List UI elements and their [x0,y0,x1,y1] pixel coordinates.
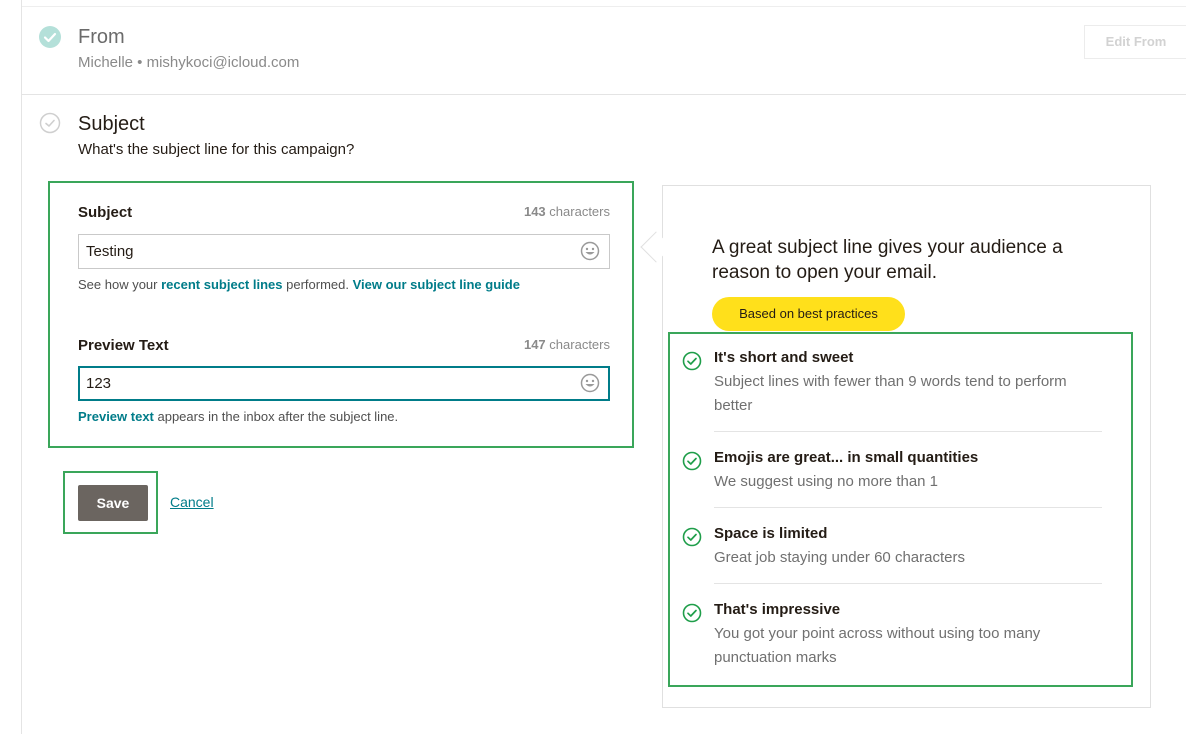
check-circle-green-icon [682,527,702,547]
preview-text-label: Preview Text [78,337,169,354]
left-divider [21,0,22,734]
best-practices-badge: Based on best practices [712,297,905,331]
cancel-link[interactable]: Cancel [170,492,214,512]
edit-from-button[interactable]: Edit From [1084,25,1186,59]
tip-title: Space is limited [714,525,828,542]
preview-help-text: Preview text appears in the inbox after … [78,409,399,424]
preview-text-link[interactable]: Preview text [78,409,154,424]
preview-text-input[interactable]: 123 [78,366,610,401]
tip-description: Great job staying under 60 characters [714,549,965,566]
save-button[interactable]: Save [78,485,148,521]
check-circle-filled-icon [39,26,61,48]
tip-description: You got your point across without using … [714,625,1041,666]
tip-description: We suggest using no more than 1 [714,473,939,490]
tip-title: It's short and sweet [714,349,854,366]
tips-heading: A great subject line gives your audience… [712,237,1063,283]
top-divider [22,6,1186,7]
subject-section-description: What's the subject line for this campaig… [78,141,355,158]
tip-title: That's impressive [714,601,841,618]
subject-input[interactable]: Testing [78,234,610,269]
smiley-icon[interactable] [580,373,600,393]
tip-title: Emojis are great... in small quantities [714,449,979,466]
section-divider [22,94,1186,95]
subject-section-title: Subject [78,113,145,135]
check-circle-green-icon [682,451,702,471]
check-circle-green-icon [682,603,702,623]
recent-subject-lines-link[interactable]: recent subject lines [161,277,282,292]
tip-divider [714,431,1102,432]
smiley-icon[interactable] [580,241,600,261]
tip-divider [714,507,1102,508]
subject-help-text: See how your recent subject lines perfor… [78,277,520,292]
tip-divider [714,583,1102,584]
tip-description: Subject lines with fewer than 9 words te… [714,373,1067,414]
tips-pointer-cover [663,230,671,264]
subject-line-guide-link[interactable]: View our subject line guide [353,277,520,292]
check-circle-outline-icon [39,112,61,134]
subject-label: Subject [78,204,133,221]
preview-character-count: 147 characters [523,337,610,352]
from-detail: Michelle • mishykoci@icloud.com [78,54,300,71]
from-title: From [78,26,125,48]
check-circle-green-icon [682,351,702,371]
subject-character-count: 143 characters [523,204,610,219]
